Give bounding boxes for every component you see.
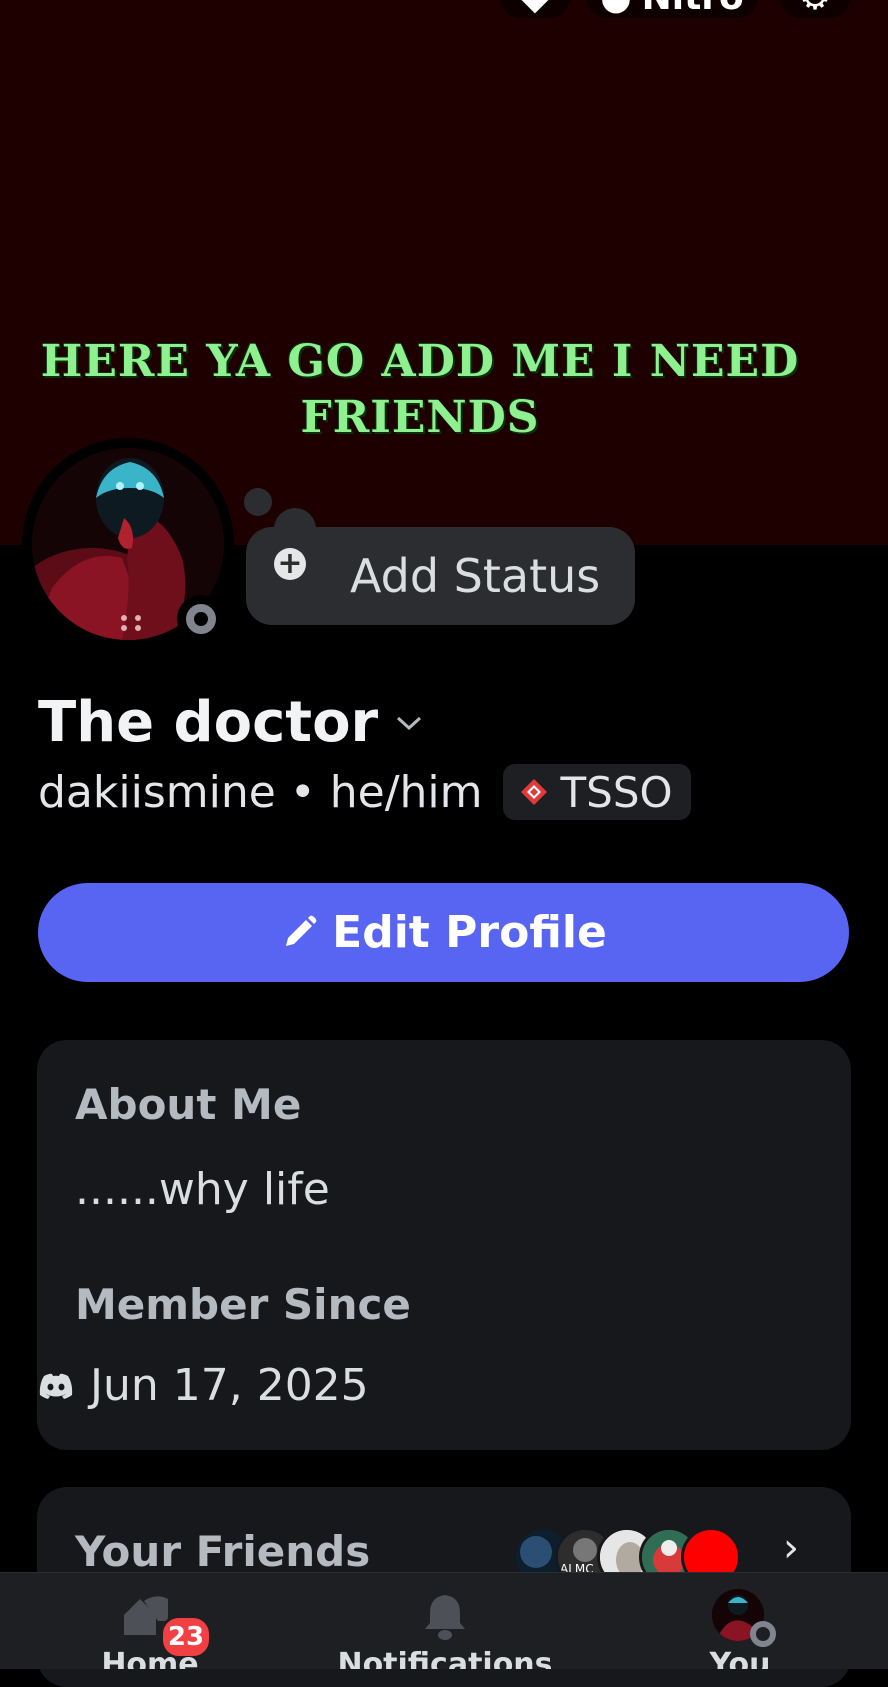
gear-icon: ⚙ bbox=[799, 0, 831, 18]
member-since-heading: Member Since bbox=[75, 1280, 411, 1329]
notifications-label: Notifications bbox=[337, 1647, 553, 1669]
pronouns: he/him bbox=[329, 766, 483, 818]
offline-status-icon bbox=[177, 595, 225, 643]
nav-home[interactable]: 23 Home bbox=[60, 1573, 240, 1669]
discord-icon bbox=[38, 1372, 74, 1400]
edit-profile-button[interactable]: Edit Profile bbox=[38, 883, 849, 982]
add-status-label: Add Status bbox=[350, 549, 601, 603]
user-info-line: dakiismine • he/him TSSO bbox=[38, 762, 691, 822]
chevron-right-icon: › bbox=[783, 1525, 799, 1571]
server-tag-badge[interactable]: TSSO bbox=[502, 764, 691, 820]
nav-notifications[interactable]: Notifications bbox=[320, 1573, 570, 1669]
status-bubble-small bbox=[244, 488, 272, 516]
display-name-row[interactable]: The doctor bbox=[38, 690, 422, 755]
nitro-label: Nitro bbox=[642, 0, 744, 18]
add-status-button[interactable]: + Add Status bbox=[246, 527, 635, 625]
nitro-icon: ● bbox=[600, 0, 631, 18]
nav-you[interactable]: You bbox=[680, 1573, 800, 1669]
member-since-date: Jun 17, 2025 bbox=[90, 1360, 369, 1411]
shop-icon: ◆ bbox=[521, 0, 549, 18]
settings-button[interactable]: ⚙ bbox=[780, 0, 850, 18]
chevron-down-icon bbox=[396, 708, 422, 738]
plus-icon: + bbox=[274, 548, 306, 580]
shop-button[interactable]: ◆ bbox=[500, 0, 570, 18]
about-heading: About Me bbox=[75, 1080, 302, 1129]
bottom-navigation: 23 Home Notifications You bbox=[0, 1572, 888, 1669]
username: dakiismine bbox=[38, 766, 276, 818]
pencil-icon bbox=[280, 914, 318, 952]
offline-status-icon bbox=[750, 1621, 776, 1647]
server-tag-icon bbox=[519, 768, 549, 817]
friends-heading: Your Friends bbox=[75, 1527, 371, 1576]
about-text: ......why life bbox=[75, 1164, 330, 1215]
separator-dot: • bbox=[289, 766, 316, 818]
top-header-controls: ◆ ● Nitro ⚙ bbox=[0, 0, 888, 18]
bell-icon bbox=[422, 1591, 468, 1645]
edit-profile-label: Edit Profile bbox=[332, 907, 607, 958]
server-tag-label: TSSO bbox=[560, 767, 673, 817]
you-label: You bbox=[709, 1647, 771, 1669]
member-since-row: Jun 17, 2025 bbox=[38, 1360, 369, 1411]
home-label: Home bbox=[101, 1647, 199, 1669]
nitro-button[interactable]: ● Nitro bbox=[586, 0, 758, 18]
display-name: The doctor bbox=[38, 690, 379, 755]
